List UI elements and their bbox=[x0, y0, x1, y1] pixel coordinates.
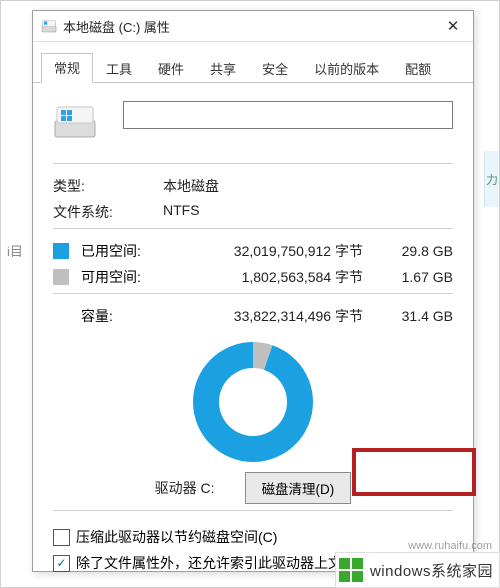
separator bbox=[53, 163, 453, 164]
windows-logo-icon bbox=[336, 555, 366, 585]
separator bbox=[53, 293, 453, 294]
disk-cleanup-button[interactable]: 磁盘清理(D) bbox=[245, 472, 352, 504]
tab-body-general: 类型: 本地磁盘 文件系统: NTFS 已用空间: 32,019,750,912… bbox=[33, 83, 473, 588]
watermark: windows系统家园 bbox=[335, 552, 500, 588]
used-swatch bbox=[53, 243, 69, 259]
tab-general[interactable]: 常规 bbox=[41, 53, 93, 83]
tab-tools[interactable]: 工具 bbox=[93, 54, 145, 83]
capacity-label: 容量: bbox=[81, 306, 161, 326]
stray-right-panel: 力 bbox=[484, 151, 499, 207]
free-label: 可用空间: bbox=[81, 267, 161, 287]
stray-left-text: i目 bbox=[7, 241, 23, 260]
titlebar[interactable]: 本地磁盘 (C:) 属性 ✕ bbox=[33, 11, 473, 42]
tab-previous[interactable]: 以前的版本 bbox=[301, 54, 392, 83]
drive-label: 驱动器 C: bbox=[155, 478, 215, 498]
tab-sharing[interactable]: 共享 bbox=[197, 54, 249, 83]
type-value: 本地磁盘 bbox=[163, 176, 219, 196]
free-gb: 1.67 GB bbox=[383, 269, 453, 285]
tab-quota[interactable]: 配额 bbox=[392, 54, 444, 83]
filesystem-label: 文件系统: bbox=[53, 202, 163, 222]
compress-label: 压缩此驱动器以节约磁盘空间(C) bbox=[76, 527, 277, 547]
window-title: 本地磁盘 (C:) 属性 bbox=[63, 17, 433, 36]
tabstrip: 常规 工具 硬件 共享 安全 以前的版本 配额 bbox=[33, 42, 473, 83]
volume-name-input[interactable] bbox=[123, 101, 453, 129]
properties-dialog: 本地磁盘 (C:) 属性 ✕ 常规 工具 硬件 共享 安全 以前的版本 配额 bbox=[32, 10, 474, 572]
used-label: 已用空间: bbox=[81, 241, 161, 261]
compress-checkbox[interactable] bbox=[53, 529, 70, 546]
separator bbox=[53, 510, 453, 511]
capacity-bytes: 33,822,314,496 字节 bbox=[161, 306, 383, 326]
tab-hardware[interactable]: 硬件 bbox=[145, 54, 197, 83]
watermark-text: windows系统家园 bbox=[370, 560, 493, 581]
index-checkbox[interactable]: ✓ bbox=[53, 555, 70, 572]
usage-donut-chart bbox=[193, 342, 313, 462]
used-gb: 29.8 GB bbox=[383, 243, 453, 259]
free-swatch bbox=[53, 269, 69, 285]
type-label: 类型: bbox=[53, 176, 163, 196]
drive-icon bbox=[41, 18, 57, 34]
tab-security[interactable]: 安全 bbox=[249, 54, 301, 83]
capacity-gb: 31.4 GB bbox=[383, 308, 453, 324]
watermark-url: www.ruhaifu.com bbox=[408, 540, 492, 552]
filesystem-value: NTFS bbox=[163, 202, 200, 222]
close-button[interactable]: ✕ bbox=[433, 11, 473, 41]
free-bytes: 1,802,563,584 字节 bbox=[161, 267, 383, 287]
used-bytes: 32,019,750,912 字节 bbox=[161, 241, 383, 261]
separator bbox=[53, 228, 453, 229]
drive-large-icon bbox=[53, 101, 97, 141]
index-label: 除了文件属性外，还允许索引此驱动器上文件的 bbox=[76, 553, 370, 573]
